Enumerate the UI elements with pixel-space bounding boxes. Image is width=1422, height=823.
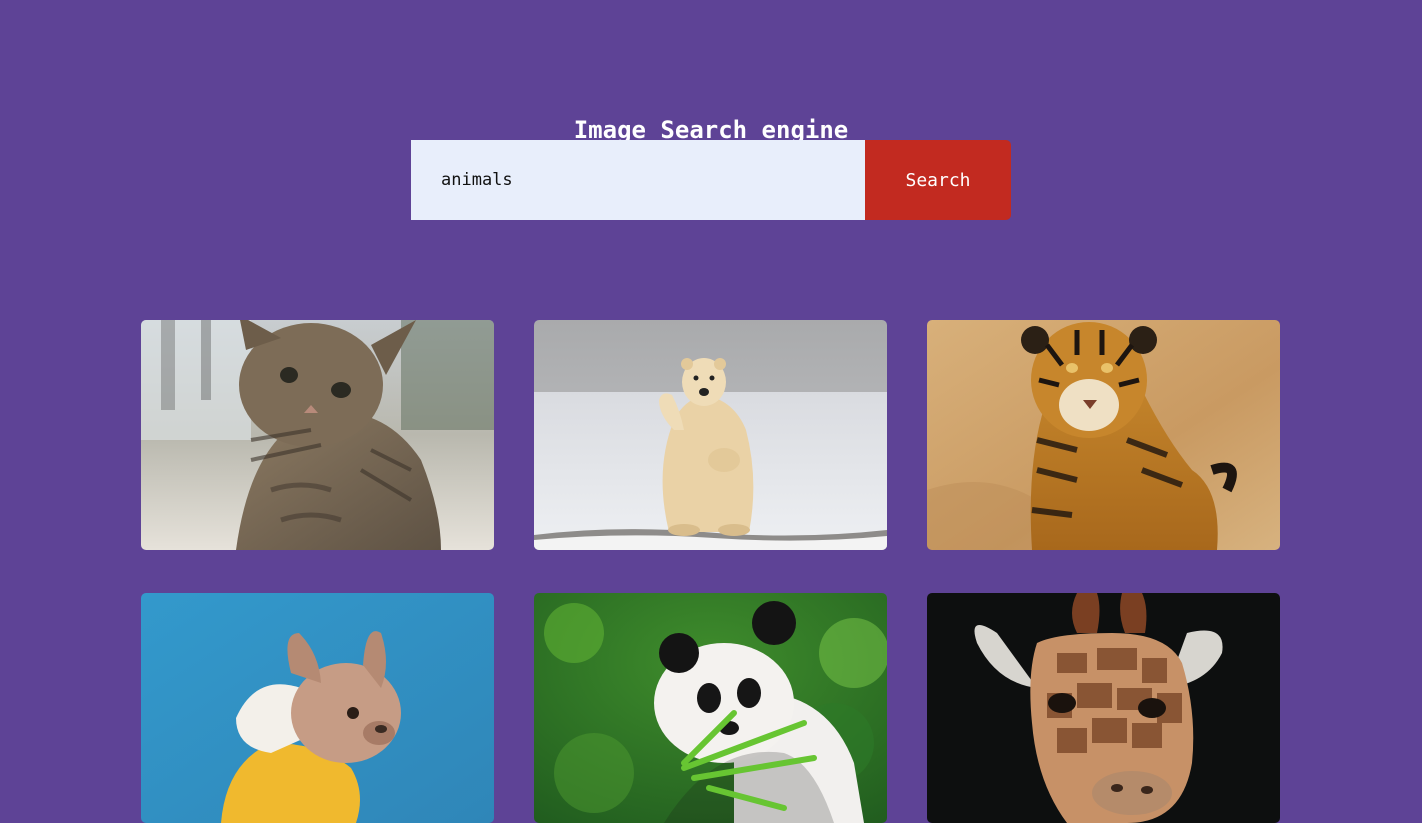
panda-image bbox=[534, 593, 887, 823]
polar-bear-image bbox=[534, 320, 887, 550]
kitten-image bbox=[141, 320, 494, 550]
result-image-panda[interactable] bbox=[534, 593, 887, 823]
result-image-kitten[interactable] bbox=[141, 320, 494, 550]
result-image-tiger[interactable] bbox=[927, 320, 1280, 550]
result-image-polar-bear[interactable] bbox=[534, 320, 887, 550]
search-input[interactable] bbox=[411, 140, 865, 220]
bulldog-image bbox=[141, 593, 494, 823]
search-form: Search bbox=[411, 140, 1011, 220]
image-results-grid bbox=[141, 320, 1280, 823]
search-button[interactable]: Search bbox=[865, 140, 1011, 220]
tiger-image bbox=[927, 320, 1280, 550]
giraffe-image bbox=[927, 593, 1280, 823]
result-image-giraffe[interactable] bbox=[927, 593, 1280, 823]
result-image-bulldog[interactable] bbox=[141, 593, 494, 823]
